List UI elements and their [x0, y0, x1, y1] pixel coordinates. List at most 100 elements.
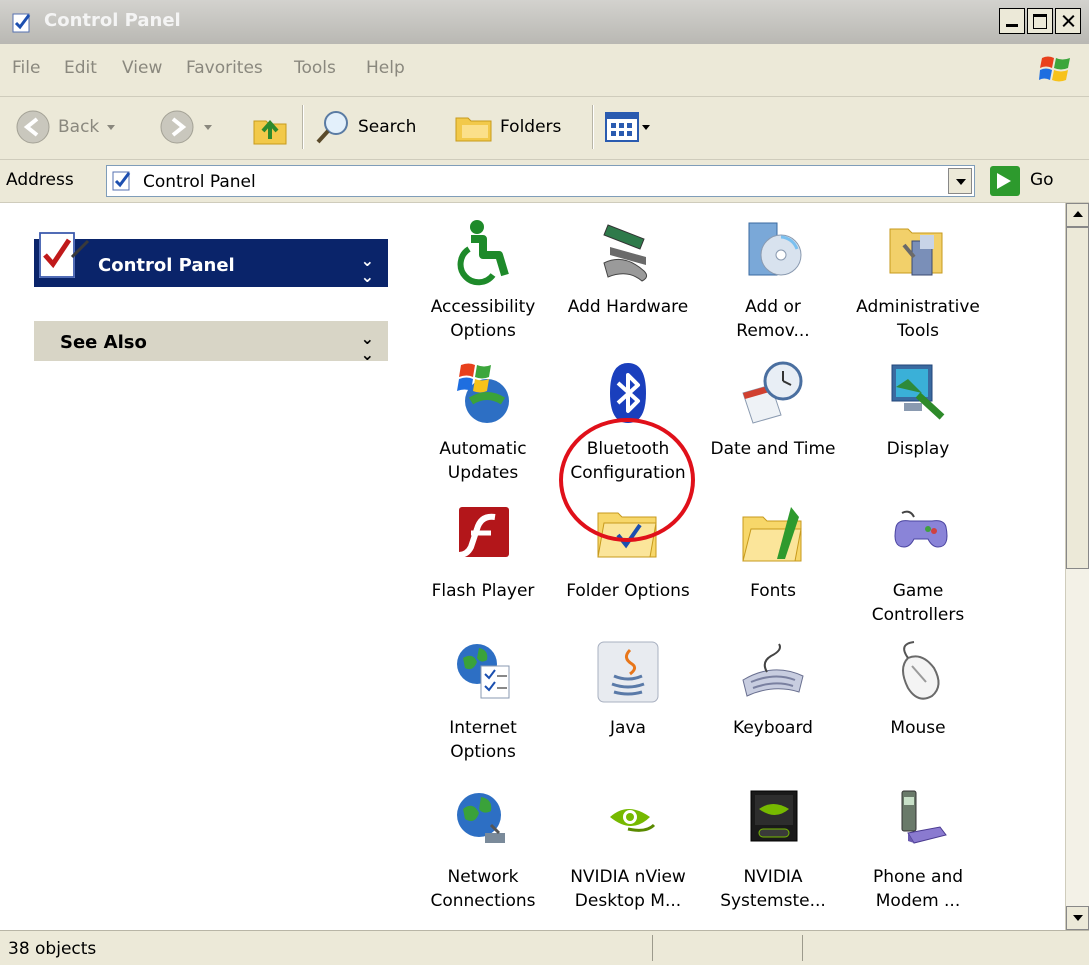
address-label: Address	[6, 170, 74, 190]
views-button[interactable]	[604, 107, 650, 147]
address-input[interactable]: Control Panel	[106, 165, 975, 197]
forward-arrow-icon	[160, 110, 194, 144]
toolbar: Back Search Folders	[0, 97, 1089, 160]
control-panel-item-game-controllers[interactable]: Game Controllers	[853, 499, 983, 627]
item-label: Accessibility Options	[430, 297, 536, 341]
go-button[interactable]: Go	[1030, 170, 1054, 190]
menu-view[interactable]: View	[122, 58, 162, 78]
control-panel-item-administrative-tools[interactable]: Administrative Tools	[853, 215, 983, 343]
phone-modem-icon	[901, 790, 947, 844]
display-icon	[891, 364, 945, 420]
see-also-section-header[interactable]: See Also ⌄ ⌄	[34, 321, 388, 363]
status-bar: 38 objects	[0, 930, 1089, 965]
back-dropdown-icon[interactable]	[107, 124, 116, 130]
control-panel-checklist-icon	[39, 232, 90, 278]
forward-dropdown-icon[interactable]	[204, 124, 212, 130]
back-arrow-icon	[16, 110, 50, 144]
item-label: Game Controllers	[871, 581, 965, 625]
control-panel-item-accessibility[interactable]: Accessibility Options	[418, 215, 548, 343]
item-label: NVIDIA nView Desktop M...	[570, 867, 686, 911]
control-panel-item-display[interactable]: Display	[853, 357, 983, 461]
administrative-tools-icon	[889, 228, 943, 276]
menu-file[interactable]: File	[12, 58, 40, 78]
status-pane	[802, 935, 1073, 961]
up-folder-icon	[253, 119, 287, 145]
control-panel-item-nvidia-nview[interactable]: NVIDIA nView Desktop M...	[563, 785, 693, 913]
item-label: Fonts	[750, 581, 796, 601]
control-panel-item-flash-player[interactable]: Flash Player	[418, 499, 548, 603]
control-panel-section-header[interactable]: Control Panel ⌄ ⌄	[34, 232, 388, 287]
chevron-down-icon[interactable]: ⌄ ⌄	[361, 331, 374, 363]
control-panel-item-mouse[interactable]: Mouse	[853, 636, 983, 740]
item-label: Mouse	[890, 718, 946, 738]
item-label: Java	[610, 718, 646, 738]
item-label: Internet Options	[449, 718, 517, 762]
maximize-button[interactable]	[1027, 8, 1053, 34]
item-label: Add Hardware	[567, 297, 689, 317]
control-panel-item-internet-options[interactable]: Internet Options	[418, 636, 548, 764]
folders-icon	[455, 117, 492, 142]
control-panel-item-automatic-updates[interactable]: Automatic Updates	[418, 357, 548, 485]
control-panel-item-date-time[interactable]: Date and Time	[708, 357, 838, 461]
scroll-thumb[interactable]	[1066, 227, 1089, 569]
menu-bar: File Edit View Favorites Tools Help	[0, 44, 1089, 97]
item-label: Date and Time	[710, 439, 836, 459]
item-label: Automatic Updates	[439, 439, 527, 483]
date-time-icon	[742, 361, 803, 424]
control-panel-item-fonts[interactable]: Fonts	[708, 499, 838, 603]
item-label: Add or Remov...	[736, 297, 810, 341]
automatic-updates-icon	[457, 363, 509, 423]
address-dropdown-button[interactable]	[948, 168, 972, 194]
accessibility-icon	[457, 220, 509, 286]
chevron-down-icon[interactable]: ⌄ ⌄	[361, 253, 374, 285]
vertical-scrollbar[interactable]	[1065, 203, 1089, 930]
item-label: Keyboard	[733, 718, 813, 738]
scroll-down-button[interactable]	[1066, 906, 1089, 930]
item-label: Display	[886, 439, 950, 459]
control-panel-icon	[12, 13, 31, 33]
menu-edit[interactable]: Edit	[64, 58, 97, 78]
control-panel-item-keyboard[interactable]: Keyboard	[708, 636, 838, 740]
back-button[interactable]: Back	[14, 107, 116, 147]
minimize-button[interactable]	[999, 8, 1025, 34]
item-label: Phone and Modem ...	[872, 867, 964, 911]
control-panel-item-add-hardware[interactable]: Add Hardware	[563, 215, 693, 319]
mouse-icon	[902, 641, 940, 700]
control-panel-section-label: Control Panel	[98, 255, 235, 276]
java-icon	[597, 641, 659, 703]
item-label: NVIDIA Systemste...	[720, 867, 826, 911]
menu-help[interactable]: Help	[366, 58, 405, 78]
search-button[interactable]: Search	[314, 107, 416, 147]
network-connections-icon	[457, 793, 505, 843]
item-label: Flash Player	[431, 581, 535, 601]
search-label: Search	[358, 117, 417, 137]
windows-logo-icon	[1039, 56, 1070, 82]
title-bar[interactable]: Control Panel	[0, 0, 1089, 44]
menu-tools[interactable]: Tools	[294, 58, 336, 78]
up-folder-button[interactable]	[250, 107, 290, 147]
views-grid-icon	[605, 112, 639, 142]
control-panel-item-phone-modem[interactable]: Phone and Modem ...	[853, 785, 983, 913]
back-label: Back	[58, 117, 100, 137]
views-dropdown-icon[interactable]	[642, 124, 650, 130]
forward-button[interactable]	[158, 107, 212, 147]
content-area: Control Panel ⌄ ⌄ See Also ⌄ ⌄ Accessibili…	[0, 203, 1065, 930]
address-value: Control Panel	[143, 172, 256, 192]
see-also-section-label: See Also	[60, 332, 147, 353]
internet-options-icon	[457, 644, 510, 699]
control-panel-item-network-connections[interactable]: Network Connections	[418, 785, 548, 913]
task-pane: Control Panel ⌄ ⌄ See Also ⌄ ⌄	[0, 203, 410, 930]
control-panel-item-nvidia-systemsteuerung[interactable]: NVIDIA Systemste...	[708, 785, 838, 913]
control-panel-item-add-remove-programs[interactable]: Add or Remov...	[708, 215, 838, 343]
control-panel-item-java[interactable]: Java	[563, 636, 693, 740]
go-arrow-icon[interactable]	[990, 166, 1020, 196]
item-label: Administrative Tools	[856, 297, 980, 341]
scroll-up-button[interactable]	[1066, 203, 1089, 227]
folders-label: Folders	[500, 117, 562, 137]
keyboard-icon	[742, 643, 804, 697]
menu-favorites[interactable]: Favorites	[186, 58, 263, 78]
control-panel-icon	[112, 171, 131, 191]
nvidia-systemsteuerung-icon	[750, 790, 798, 842]
folders-button[interactable]: Folders	[454, 107, 561, 147]
close-button[interactable]	[1055, 8, 1081, 34]
